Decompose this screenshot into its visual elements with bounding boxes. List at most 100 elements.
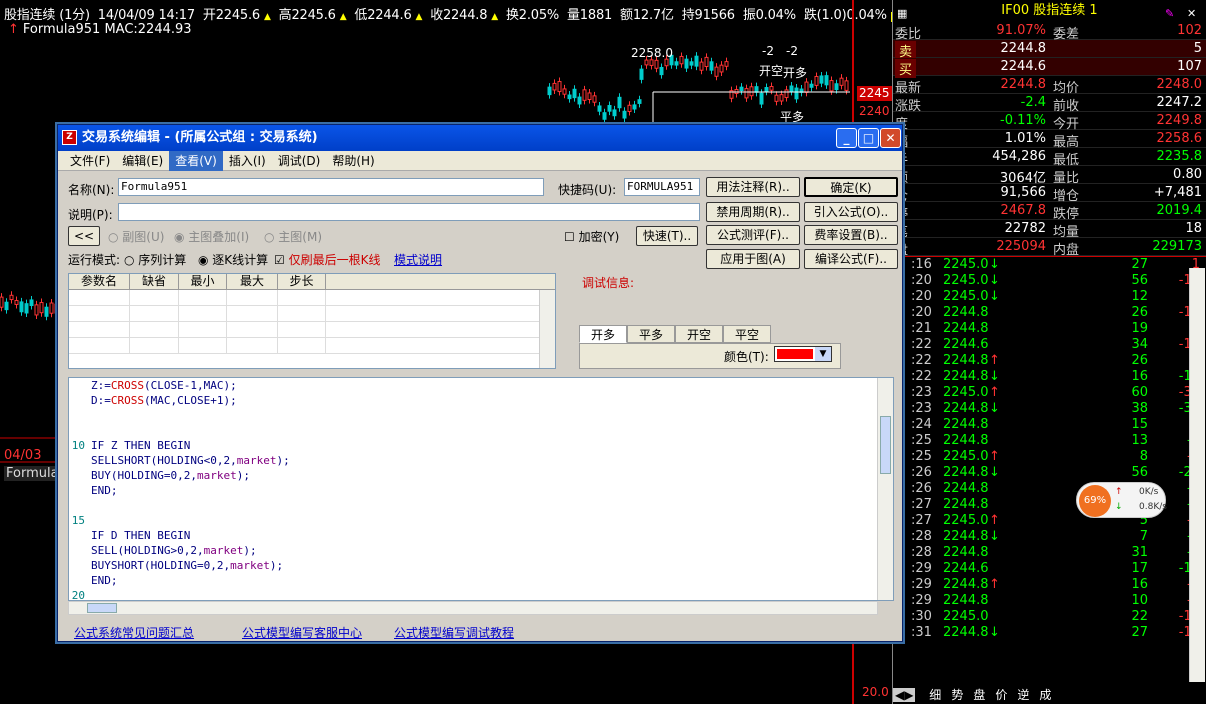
table-row[interactable] [69, 290, 555, 306]
radio-label: 副图(U) [122, 230, 165, 244]
list-item[interactable]: :202244.826-11 [893, 305, 1206, 321]
radio-main-overlay[interactable]: ◉ 主图叠加(I) [174, 228, 249, 245]
radio-sequence-calc[interactable]: ○ 序列计算 [124, 251, 186, 268]
scroll-thumb[interactable] [87, 603, 117, 613]
list-item[interactable]: :292244.617-11 [893, 561, 1206, 577]
tick-volume: 16 [1131, 369, 1148, 384]
list-item[interactable]: :16 2245.0 ↓ 27 1 [893, 257, 1206, 273]
parameter-table[interactable]: 参数名 缺省 最小 最大 步长 [68, 273, 556, 369]
quote-value: +7,481 [1153, 185, 1202, 200]
list-item[interactable]: :222244.634-14 [893, 337, 1206, 353]
candle-body [759, 92, 764, 105]
table-row[interactable] [69, 322, 555, 338]
table-row[interactable] [69, 338, 555, 354]
dialog-titlebar[interactable]: Z 交易系统编辑 - (所属公式组 : 交易系统) _ □ ✕ [58, 125, 902, 151]
maximize-button[interactable]: □ [858, 128, 879, 148]
quote-tab[interactable]: 逆 [1017, 688, 1029, 702]
list-item[interactable]: :242244.8150 [893, 417, 1206, 433]
radio-kline-calc[interactable]: ◉ 逐K线计算 [198, 251, 268, 268]
quote-tab[interactable]: 细 [929, 688, 941, 702]
support-link[interactable]: 公式模型编写客服中心 [242, 624, 362, 641]
refresh-last-checkbox[interactable]: ☑ 仅刷最后一根K线 [274, 251, 380, 268]
close-button[interactable]: ✕ [880, 128, 901, 148]
import-formula-button[interactable]: 引入公式(O).. [804, 202, 898, 222]
list-item[interactable]: :292244.8↑16-6 [893, 577, 1206, 593]
menu-item[interactable]: 调试(D) [272, 151, 327, 171]
name-input[interactable]: Formula951 [118, 178, 544, 196]
quote-tab[interactable]: 盘 [973, 688, 985, 702]
shortcut-input[interactable]: FORMULA951 [624, 178, 700, 196]
quote-tab[interactable]: 价 [995, 688, 1007, 702]
tick-price: 2244.8 [943, 369, 989, 384]
list-item[interactable]: :222244.8↑266 [893, 353, 1206, 369]
list-item[interactable]: :312244.8↓27-14 [893, 625, 1206, 641]
tab-signal[interactable]: 平多 [627, 325, 675, 343]
formula-test-button[interactable]: 公式测评(F).. [706, 225, 800, 245]
menu-item[interactable]: 查看(V) [169, 151, 223, 171]
tick-scrollbar[interactable] [1189, 268, 1205, 682]
tick-direction-icon: ↓ [989, 625, 1000, 640]
ok-button[interactable]: 确定(K) [804, 177, 898, 197]
scroll-thumb[interactable] [880, 416, 891, 474]
list-item[interactable]: :302245.022-10 [893, 609, 1206, 625]
tick-direction-icon: ↓ [989, 289, 1000, 304]
tab-signal[interactable]: 开空 [675, 325, 723, 343]
candle-body [587, 92, 592, 100]
list-item[interactable]: :282244.8↓7-2 [893, 529, 1206, 545]
quote-tab[interactable]: 成 [1039, 688, 1051, 702]
candle-body [684, 58, 689, 69]
name-label: 名称(N): [68, 183, 115, 197]
list-item[interactable]: :202245.0↓129 [893, 289, 1206, 305]
fee-settings-button[interactable]: 费率设置(B).. [804, 225, 898, 245]
encrypt-checkbox[interactable]: ☐ 加密(Y) [564, 228, 619, 245]
faq-link[interactable]: 公式系统常见问题汇总 [74, 624, 194, 641]
list-item[interactable]: :202245.0↓56-10 [893, 273, 1206, 289]
signal-open-short: 开空 [759, 64, 784, 78]
list-item[interactable]: :252245.0↑8-5 [893, 449, 1206, 465]
network-speed-widget[interactable]: 69% ↑ 0K/s ↓ 0.8K/s [1076, 482, 1167, 518]
usage-notes-button[interactable]: 用法注释(R).. [706, 177, 800, 197]
radio-main[interactable]: ○ 主图(M) [264, 228, 322, 245]
radio-subchart[interactable]: ○ 副图(U) [108, 228, 164, 245]
quote-value: 18 [1185, 221, 1202, 236]
list-item[interactable]: :272245.0↑5-3 [893, 513, 1206, 529]
candle-body [784, 89, 789, 99]
tab-signal[interactable]: 平空 [723, 325, 771, 343]
disable-period-button[interactable]: 禁用周期(R).. [706, 202, 800, 222]
menu-item[interactable]: 编辑(E) [116, 151, 169, 171]
collapse-button[interactable]: << [68, 226, 100, 246]
minimize-button[interactable]: _ [836, 128, 857, 148]
quote-row: 手454,286最低2235.8 [893, 148, 1206, 168]
nav-arrows-icon[interactable]: ◀▶ [893, 688, 916, 702]
code-vscroll[interactable] [877, 378, 893, 600]
tab-signal[interactable]: 开多 [579, 325, 627, 343]
compile-formula-button[interactable]: 编译公式(F).. [804, 249, 898, 269]
list-item[interactable]: :222244.8↓16-11 [893, 369, 1206, 385]
table-row[interactable] [69, 306, 555, 322]
list-item[interactable]: :212244.8198 [893, 321, 1206, 337]
desc-input[interactable] [118, 203, 700, 221]
list-item[interactable]: :232245.0↑60-31 [893, 385, 1206, 401]
list-item[interactable]: :292244.810-1 [893, 593, 1206, 609]
tick-list[interactable]: :162245.0↓271:202245.0↓56-10:202245.0↓12… [893, 257, 1206, 641]
tutorial-link[interactable]: 公式模型编写调试教程 [394, 624, 514, 641]
list-item[interactable]: :232244.8↓38-31 [893, 401, 1206, 417]
param-scrollbar[interactable] [539, 290, 555, 368]
code-editor[interactable]: Z:=CROSS(CLOSE-1,MAC); D:=CROSS(MAC,CLOSE… [68, 377, 894, 601]
menu-item[interactable]: 插入(I) [223, 151, 272, 171]
menu-item[interactable]: 帮助(H) [326, 151, 380, 171]
menu-item[interactable]: 文件(F) [64, 151, 116, 171]
list-item[interactable]: :252244.813-3 [893, 433, 1206, 449]
mode-help-link[interactable]: 模式说明 [394, 251, 442, 268]
apply-to-chart-button[interactable]: 应用于图(A) [706, 249, 800, 269]
signal-count: -2 [786, 44, 798, 58]
color-picker[interactable]: ▼ [774, 346, 832, 362]
chevron-down-icon[interactable]: ▼ [815, 347, 831, 361]
list-item[interactable]: :262244.8↓56-24 [893, 465, 1206, 481]
list-item[interactable]: :282244.831-4 [893, 545, 1206, 561]
quote-tab[interactable]: 势 [951, 688, 963, 702]
fast-button[interactable]: 快速(T).. [636, 226, 698, 246]
candle-body [779, 94, 784, 102]
code-hscroll[interactable] [68, 601, 878, 615]
candle-body [844, 80, 849, 91]
